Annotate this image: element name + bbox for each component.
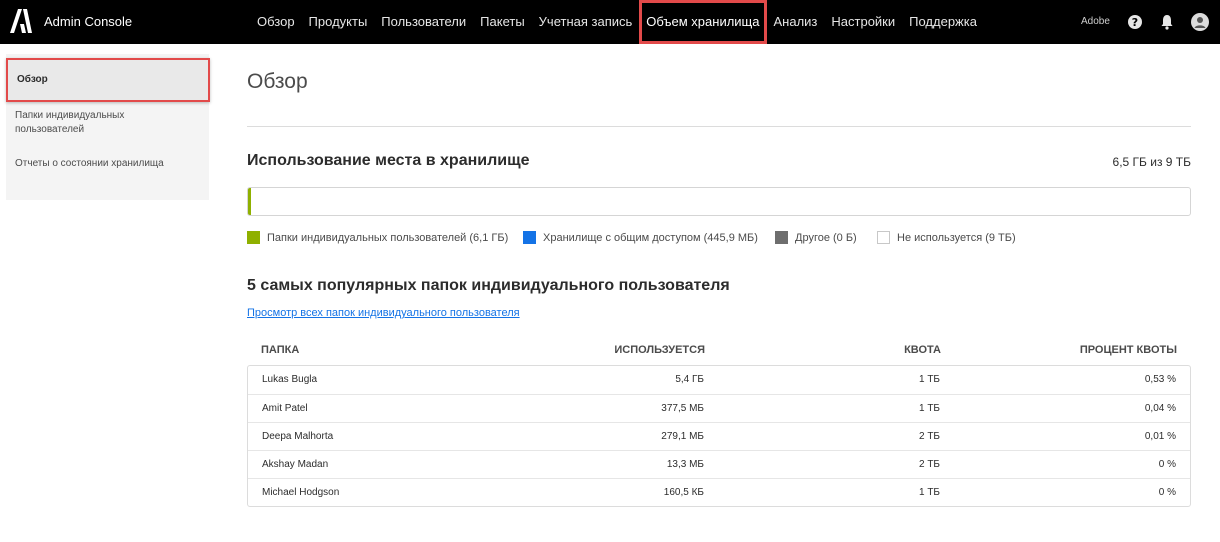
cell-folder: Amit Patel — [262, 403, 308, 414]
legend-swatch — [775, 231, 788, 244]
legend-swatch — [247, 231, 260, 244]
cell-used: 5,4 ГБ — [675, 374, 704, 385]
cell-quota: 2 ТБ — [918, 459, 940, 470]
legend-swatch — [523, 231, 536, 244]
sidebar-item-individual-folders[interactable]: Папки индивидуальных пользователей — [15, 109, 165, 137]
sidebar: Обзор Папки индивидуальных пользователей… — [6, 54, 210, 200]
page-title: Обзор — [247, 70, 308, 93]
sidebar-item-overview[interactable]: Обзор — [6, 58, 210, 102]
cell-quota: 1 ТБ — [918, 487, 940, 498]
legend-swatch — [877, 231, 890, 244]
nav-item-support[interactable]: Поддержка — [902, 0, 984, 44]
column-header-folder[interactable]: ПАПКА — [261, 344, 299, 356]
table-row[interactable]: Lukas Bugla 5,4 ГБ 1 ТБ 0,53 % — [248, 366, 1190, 394]
table-body: Lukas Bugla 5,4 ГБ 1 ТБ 0,53 % Amit Pate… — [247, 365, 1191, 507]
top-folders-table: ПАПКА ИСПОЛЬЗУЕТСЯ КВОТА ПРОЦЕНТ КВОТЫ L… — [247, 338, 1191, 507]
nav-item-insights[interactable]: Анализ — [767, 0, 825, 44]
nav-item-users[interactable]: Пользователи — [374, 0, 473, 44]
cell-used: 13,3 МБ — [666, 459, 704, 470]
cell-quota-percent: 0 % — [1158, 487, 1176, 498]
cell-quota: 1 ТБ — [918, 403, 940, 414]
table-row[interactable]: Akshay Madan 13,3 МБ 2 ТБ 0 % — [248, 450, 1190, 478]
cell-quota: 1 ТБ — [918, 374, 940, 385]
divider — [247, 126, 1191, 127]
cell-quota-percent: 0,01 % — [1144, 431, 1176, 442]
legend-label: Не используется (9 ТБ) — [897, 231, 1016, 244]
legend-item-other: Другое (0 Б) — [775, 231, 857, 244]
table-header: ПАПКА ИСПОЛЬЗУЕТСЯ КВОТА ПРОЦЕНТ КВОТЫ — [247, 338, 1191, 365]
cell-quota-percent: 0,04 % — [1144, 403, 1176, 414]
help-icon[interactable]: ? — [1125, 12, 1145, 32]
view-all-folders-link[interactable]: Просмотр всех папок индивидуального поль… — [247, 307, 520, 319]
adobe-logo-icon[interactable] — [9, 8, 33, 34]
sidebar-item-storage-reports[interactable]: Отчеты о состоянии хранилища — [15, 157, 164, 171]
legend-item-shared: Хранилище с общим доступом (445,9 МБ) — [523, 231, 758, 244]
cell-folder: Michael Hodgson — [262, 487, 340, 498]
column-header-used[interactable]: ИСПОЛЬЗУЕТСЯ — [614, 344, 705, 356]
cell-folder: Lukas Bugla — [262, 374, 318, 385]
nav-item-settings[interactable]: Настройки — [824, 0, 902, 44]
legend-item-unused: Не используется (9 ТБ) — [877, 231, 1016, 244]
nav-item-overview[interactable]: Обзор — [250, 0, 302, 44]
nav-item-products[interactable]: Продукты — [302, 0, 375, 44]
app-title[interactable]: Admin Console — [44, 0, 132, 44]
column-header-quota-percent[interactable]: ПРОЦЕНТ КВОТЫ — [1080, 344, 1177, 356]
column-header-quota[interactable]: КВОТА — [904, 344, 941, 356]
legend-label: Папки индивидуальных пользователей (6,1 … — [267, 231, 509, 244]
usage-bar-individual-segment — [248, 188, 251, 215]
cell-used: 377,5 МБ — [661, 403, 704, 414]
cell-used: 160,5 КБ — [663, 487, 704, 498]
storage-usage-bar — [247, 187, 1191, 216]
storage-usage-total: 6,5 ГБ из 9 ТБ — [1112, 155, 1191, 169]
table-row[interactable]: Amit Patel 377,5 МБ 1 ТБ 0,04 % — [248, 394, 1190, 422]
cell-quota-percent: 0,53 % — [1144, 374, 1176, 385]
table-row[interactable]: Michael Hodgson 160,5 КБ 1 ТБ 0 % — [248, 478, 1190, 506]
svg-text:?: ? — [1132, 16, 1138, 29]
legend-label: Другое (0 Б) — [795, 231, 857, 244]
table-row[interactable]: Deepa Malhorta 279,1 МБ 2 ТБ 0,01 % — [248, 422, 1190, 450]
cell-used: 279,1 МБ — [661, 431, 704, 442]
nav-item-packages[interactable]: Пакеты — [473, 0, 532, 44]
user-avatar-icon[interactable] — [1190, 12, 1210, 32]
cell-folder: Deepa Malhorta — [262, 431, 334, 442]
bell-icon[interactable] — [1157, 12, 1177, 32]
cell-quota: 2 ТБ — [918, 431, 940, 442]
cell-folder: Akshay Madan — [262, 459, 329, 470]
cell-quota-percent: 0 % — [1158, 459, 1176, 470]
nav-item-storage[interactable]: Объем хранилища — [639, 0, 766, 44]
nav-item-account[interactable]: Учетная запись — [532, 0, 640, 44]
main-nav: Обзор Продукты Пользователи Пакеты Учетн… — [250, 0, 984, 44]
top-bar: Admin Console Обзор Продукты Пользовател… — [0, 0, 1220, 44]
storage-usage-heading: Использование места в хранилище — [247, 152, 530, 169]
legend-item-individual: Папки индивидуальных пользователей (6,1 … — [247, 231, 508, 244]
org-switcher[interactable]: Adobe — [1081, 0, 1110, 44]
legend-label: Хранилище с общим доступом (445,9 МБ) — [543, 231, 758, 244]
top-folders-heading: 5 самых популярных папок индивидуального… — [247, 277, 730, 294]
